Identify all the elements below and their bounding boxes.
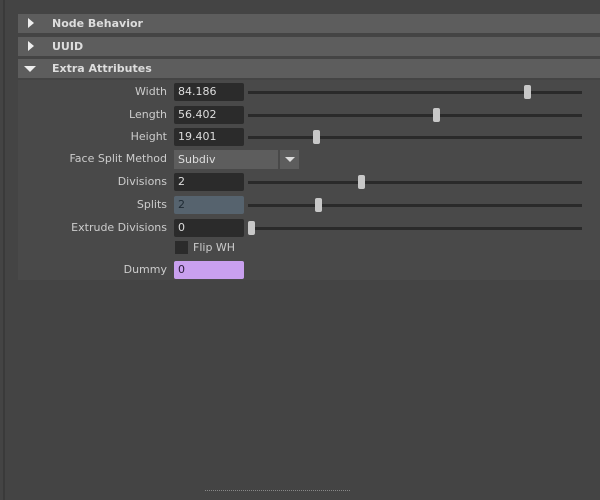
- flip-wh-label: Flip WH: [193, 241, 236, 254]
- extrude-divisions-label: Extrude Divisions: [71, 221, 167, 234]
- slider-handle[interactable]: [433, 108, 441, 122]
- height-field[interactable]: 19.401: [174, 128, 244, 146]
- expand-arrow-icon: [28, 41, 34, 51]
- attr-row-divisions: Divisions 2: [18, 172, 600, 192]
- height-label: Height: [130, 130, 167, 143]
- length-slider[interactable]: [248, 108, 582, 122]
- panel-border: [3, 0, 5, 500]
- section-node-behavior[interactable]: Node Behavior: [18, 14, 600, 33]
- slider-handle[interactable]: [313, 130, 321, 144]
- attr-row-extrude-divisions: Extrude Divisions 0: [18, 218, 600, 238]
- slider-handle[interactable]: [315, 198, 323, 212]
- extra-attributes-panel: Width 84.186 Length 56.402 Height 19.401…: [18, 80, 600, 280]
- collapse-arrow-icon: [24, 66, 36, 72]
- flip-wh-checkbox[interactable]: [175, 241, 188, 254]
- splits-label: Splits: [136, 198, 167, 211]
- length-label: Length: [129, 108, 167, 121]
- attr-row-splits: Splits 2: [18, 195, 600, 215]
- dummy-label: Dummy: [123, 263, 167, 276]
- length-field[interactable]: 56.402: [174, 106, 244, 124]
- divisions-slider[interactable]: [248, 175, 582, 189]
- width-slider[interactable]: [248, 85, 582, 99]
- divisions-field[interactable]: 2: [174, 173, 244, 191]
- face-split-dropdown[interactable]: Subdiv: [174, 150, 278, 169]
- section-label: UUID: [52, 40, 84, 53]
- attr-row-length: Length 56.402: [18, 105, 600, 125]
- slider-handle[interactable]: [523, 85, 531, 99]
- face-split-label: Face Split Method: [69, 152, 167, 165]
- section-extra-attributes[interactable]: Extra Attributes: [18, 59, 600, 78]
- attr-row-height: Height 19.401: [18, 127, 600, 147]
- section-uuid[interactable]: UUID: [18, 37, 600, 56]
- splits-slider[interactable]: [248, 198, 582, 212]
- attr-row-flip-wh: Flip WH: [18, 238, 600, 258]
- dummy-field[interactable]: 0: [174, 261, 244, 279]
- section-label: Extra Attributes: [52, 62, 152, 75]
- attr-row-dummy: Dummy 0: [18, 260, 600, 280]
- divisions-label: Divisions: [117, 175, 167, 188]
- attr-row-width: Width 84.186: [18, 82, 600, 102]
- section-label: Node Behavior: [52, 17, 143, 30]
- slider-handle[interactable]: [248, 221, 255, 235]
- width-label: Width: [135, 85, 167, 98]
- resize-handle[interactable]: [205, 490, 350, 491]
- splits-field[interactable]: 2: [174, 196, 244, 214]
- width-field[interactable]: 84.186: [174, 83, 244, 101]
- slider-handle[interactable]: [357, 175, 365, 189]
- height-slider[interactable]: [248, 130, 582, 144]
- dropdown-arrow-icon[interactable]: [280, 150, 299, 169]
- extrude-divisions-field[interactable]: 0: [174, 219, 244, 237]
- extrude-divisions-slider[interactable]: [248, 221, 582, 235]
- expand-arrow-icon: [28, 18, 34, 28]
- attr-row-face-split-method: Face Split Method Subdiv: [18, 149, 600, 169]
